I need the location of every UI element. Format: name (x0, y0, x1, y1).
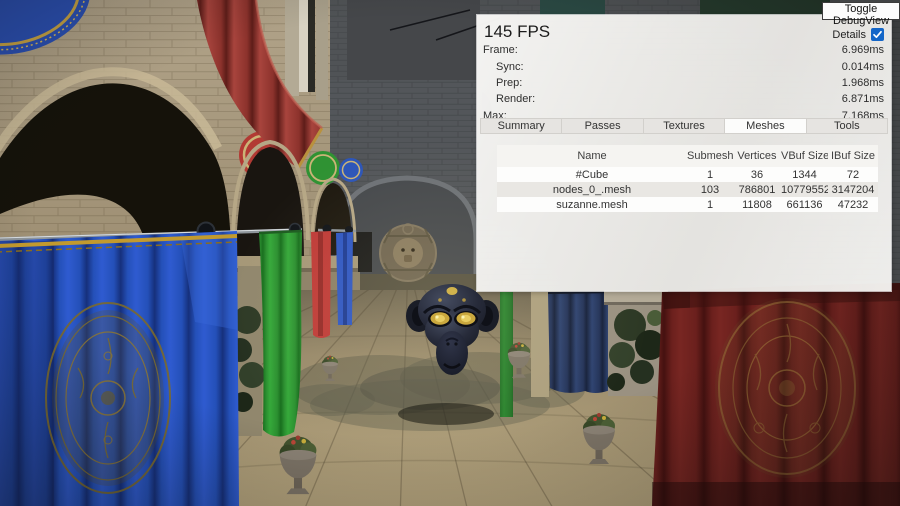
stat-value: 6.969ms (842, 44, 884, 56)
tab-tools[interactable]: Tools (807, 118, 888, 134)
stat-row: Render: 6.871ms (483, 91, 884, 107)
tab-textures[interactable]: Textures (644, 118, 725, 134)
cell-ibuf: 3147204 (828, 182, 878, 197)
table-row: nodes_0_.mesh 103 786801 10779552 314720… (497, 182, 878, 197)
col-vbuf-size: VBuf Size (781, 145, 828, 167)
debug-panel: 145 FPS Details Frame: 6.969ms Sync: 0.0… (477, 15, 891, 291)
meshes-tab-content: Name Submeshes Vertices VBuf Size IBuf S… (477, 134, 891, 291)
stat-row: Frame: 6.969ms (483, 42, 884, 58)
stat-label: Sync: (483, 61, 524, 73)
viewport: Toggle DebugView 145 FPS Details Frame: … (0, 0, 900, 506)
cell-ibuf: 72 (828, 167, 878, 182)
table-row: suzanne.mesh 1 11808 661136 47232 (497, 197, 878, 212)
tab-meshes[interactable]: Meshes (725, 118, 806, 134)
tab-summary[interactable]: Summary (480, 118, 562, 134)
stat-value: 0.014ms (842, 61, 884, 73)
check-icon (872, 29, 883, 40)
col-name: Name (497, 145, 687, 167)
cell-name: suzanne.mesh (497, 197, 687, 212)
cell-name: #Cube (497, 167, 687, 182)
frame-stats: Frame: 6.969ms Sync: 0.014ms Prep: 1.968… (483, 42, 884, 124)
cell-vbuf: 10779552 (781, 182, 828, 197)
cell-submeshes: 103 (687, 182, 733, 197)
cell-vertices: 11808 (733, 197, 781, 212)
cell-vbuf: 661136 (781, 197, 828, 212)
details-checkbox[interactable] (871, 28, 884, 41)
toggle-debugview-button[interactable]: Toggle DebugView (822, 2, 900, 20)
table-header-row: Name Submeshes Vertices VBuf Size IBuf S… (497, 145, 878, 167)
mesh-table: Name Submeshes Vertices VBuf Size IBuf S… (497, 145, 878, 212)
table-row: #Cube 1 36 1344 72 (497, 167, 878, 182)
col-submeshes: Submeshes (687, 145, 733, 167)
tab-passes[interactable]: Passes (562, 118, 643, 134)
stat-value: 6.871ms (842, 93, 884, 105)
cell-vertices: 786801 (733, 182, 781, 197)
details-label: Details (832, 29, 866, 41)
debug-tabs: Summary Passes Textures Meshes Tools (480, 118, 888, 134)
stat-row: Prep: 1.968ms (483, 75, 884, 91)
cell-vertices: 36 (733, 167, 781, 182)
details-toggle[interactable]: Details (832, 28, 884, 41)
stat-label: Prep: (483, 77, 522, 89)
cell-submeshes: 1 (687, 167, 733, 182)
stat-value: 1.968ms (842, 77, 884, 89)
cell-ibuf: 47232 (828, 197, 878, 212)
cell-vbuf: 1344 (781, 167, 828, 182)
fps-counter: 145 FPS (484, 22, 550, 42)
col-vertices: Vertices (733, 145, 781, 167)
stat-label: Frame: (483, 44, 518, 56)
cell-name: nodes_0_.mesh (497, 182, 687, 197)
stat-row: Sync: 0.014ms (483, 58, 884, 74)
col-ibuf-size: IBuf Size (828, 145, 878, 167)
stat-label: Render: (483, 93, 535, 105)
cell-submeshes: 1 (687, 197, 733, 212)
